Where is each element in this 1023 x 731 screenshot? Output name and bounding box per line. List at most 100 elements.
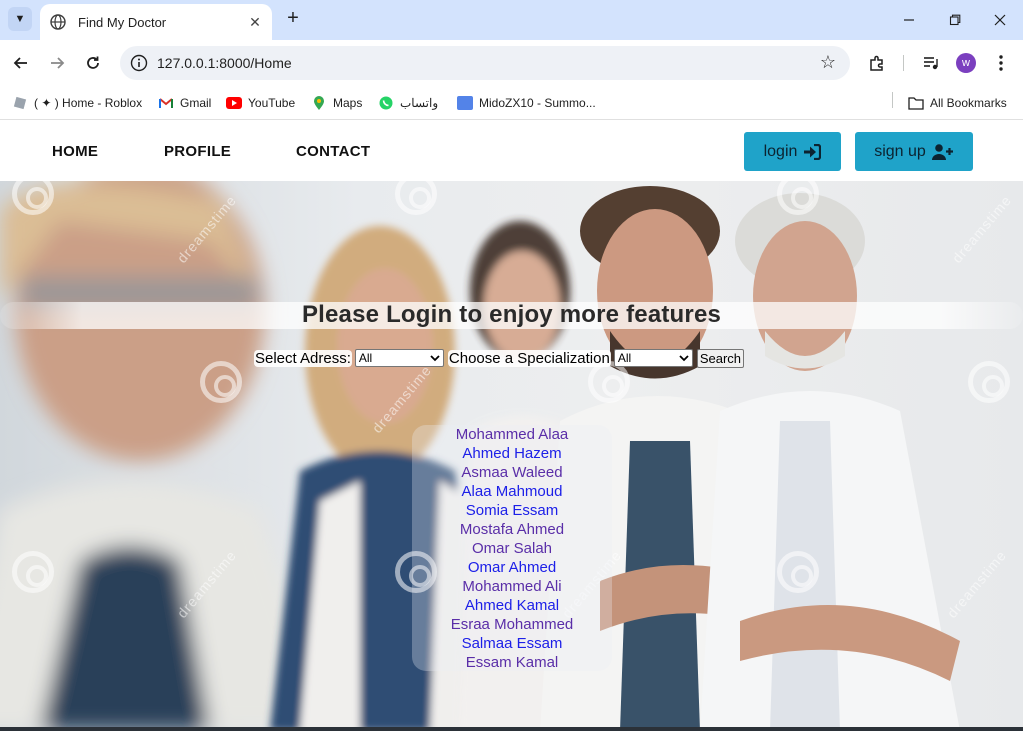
- reload-icon[interactable]: [80, 50, 106, 76]
- globe-icon: [50, 14, 66, 30]
- minimize-button[interactable]: [886, 6, 932, 34]
- url-text[interactable]: 127.0.0.1:8000/Home: [157, 55, 292, 71]
- doctor-link[interactable]: Mostafa Ahmed: [460, 521, 564, 538]
- doctor-link[interactable]: Ahmed Kamal: [465, 597, 559, 614]
- more-menu-icon[interactable]: [990, 52, 1012, 74]
- doctor-list-item: Essam Kamal: [412, 653, 612, 672]
- active-tab[interactable]: Find My Doctor ✕: [40, 4, 272, 40]
- bookmark-roblox[interactable]: ( ✦ ) Home - Roblox: [12, 93, 142, 113]
- chevron-down-icon: ▼: [14, 13, 26, 25]
- address-bar[interactable]: 127.0.0.1:8000/Home ☆: [120, 46, 850, 80]
- bookmark-whatsapp[interactable]: واتساب: [378, 93, 438, 113]
- login-banner-title: Please Login to enjoy more features: [301, 301, 722, 328]
- watermark-logo: [777, 551, 819, 593]
- doctor-link[interactable]: Ahmed Hazem: [462, 445, 561, 462]
- doctor-list-item: Somia Essam: [412, 501, 612, 520]
- watermark-logo: [968, 361, 1010, 403]
- browser-tab-bar: ▼ Find My Doctor ✕ +: [0, 0, 1023, 40]
- nav-home-link[interactable]: HOME: [52, 143, 98, 160]
- back-arrow-icon[interactable]: [8, 50, 34, 76]
- doctor-list-item: Mostafa Ahmed: [412, 520, 612, 539]
- site-info-icon[interactable]: [130, 54, 148, 72]
- toolbar-divider: [903, 55, 904, 71]
- bookmark-label: MidoZX10 - Summo...: [479, 96, 596, 110]
- doctor-link[interactable]: Esraa Mohammed: [451, 616, 574, 633]
- specialization-select[interactable]: All: [613, 349, 693, 367]
- doctor-list-item: Omar Salah: [412, 539, 612, 558]
- doctor-link[interactable]: Salmaa Essam: [462, 635, 563, 652]
- tab-title: Find My Doctor: [78, 14, 167, 30]
- bookmark-gmail[interactable]: Gmail: [158, 93, 211, 113]
- doctor-list-item: Mohammed Ali: [412, 577, 612, 596]
- extensions-icon[interactable]: [866, 52, 888, 74]
- bookmark-label: ( ✦ ) Home - Roblox: [34, 96, 143, 110]
- site-navbar: HOME PROFILE CONTACT login sign up: [0, 121, 1023, 181]
- doctor-list-item: Ahmed Kamal: [412, 596, 612, 615]
- restore-button[interactable]: [932, 6, 978, 34]
- close-window-button[interactable]: [977, 6, 1023, 34]
- close-tab-icon[interactable]: ✕: [246, 13, 264, 31]
- chevron-down-icon: [679, 351, 689, 365]
- doctor-list-item: Asmaa Waleed: [412, 463, 612, 482]
- doctor-link[interactable]: Alaa Mahmoud: [462, 483, 563, 500]
- address-select[interactable]: All: [354, 349, 444, 367]
- user-plus-icon: [931, 143, 953, 160]
- opgg-icon: [457, 95, 473, 111]
- chevron-down-icon: [430, 351, 440, 365]
- doctor-list-item: Ahmed Hazem: [412, 444, 612, 463]
- nav-profile-link[interactable]: PROFILE: [164, 143, 231, 160]
- new-tab-button[interactable]: +: [282, 8, 304, 30]
- doctor-link[interactable]: Essam Kamal: [466, 654, 559, 671]
- nav-contact-link[interactable]: CONTACT: [296, 143, 370, 160]
- all-bookmarks-label: All Bookmarks: [930, 96, 1007, 110]
- doctor-list-item: Esraa Mohammed: [412, 615, 612, 634]
- doctor-link[interactable]: Mohammed Alaa: [456, 426, 569, 443]
- bookmarks-divider: [892, 92, 893, 108]
- sign-in-icon: [804, 143, 822, 160]
- bookmark-youtube[interactable]: YouTube: [226, 93, 295, 113]
- bookmark-star-icon[interactable]: ☆: [820, 52, 836, 73]
- bookmarks-bar: ( ✦ ) Home - Roblox Gmail YouTube Maps و…: [0, 86, 1023, 120]
- bookmark-label: YouTube: [248, 96, 296, 110]
- signup-label: sign up: [874, 142, 926, 160]
- bookmark-label: واتساب: [400, 96, 439, 110]
- watermark-logo: [12, 551, 54, 593]
- browser-toolbar: 127.0.0.1:8000/Home ☆ w: [0, 40, 1023, 86]
- whatsapp-icon: [378, 95, 394, 111]
- doctor-link[interactable]: Asmaa Waleed: [461, 464, 562, 481]
- bookmark-opgg[interactable]: MidoZX10 - Summo...: [457, 93, 596, 113]
- signup-button[interactable]: sign up: [855, 132, 973, 171]
- search-button[interactable]: Search: [696, 348, 745, 368]
- doctor-link[interactable]: Somia Essam: [466, 502, 559, 519]
- doctor-link[interactable]: Omar Salah: [472, 540, 552, 557]
- tab-search-button[interactable]: ▼: [8, 7, 32, 31]
- roblox-icon: [12, 95, 28, 111]
- page-bottom-edge: [0, 727, 1023, 731]
- all-bookmarks-button[interactable]: All Bookmarks: [908, 93, 1007, 113]
- login-button[interactable]: login: [744, 132, 841, 171]
- doctor-link[interactable]: Mohammed Ali: [462, 578, 561, 595]
- youtube-icon: [226, 95, 242, 111]
- watermark-logo: [200, 361, 242, 403]
- doctor-list-item: Alaa Mahmoud: [412, 482, 612, 501]
- doctor-list-item: Mohammed Alaa: [412, 425, 612, 444]
- doctor-list: Mohammed Alaa Ahmed Hazem Asmaa Waleed Alaa…: [412, 425, 612, 672]
- specialization-selected-value: All: [617, 351, 632, 365]
- folder-icon: [908, 95, 924, 111]
- address-selected-value: All: [358, 351, 373, 365]
- search-filter-form: Select Adress: All Choose a Specializati…: [254, 347, 745, 369]
- forward-arrow-icon[interactable]: [44, 50, 70, 76]
- maps-icon: [311, 95, 327, 111]
- doctor-list-item: Salmaa Essam: [412, 634, 612, 653]
- bookmark-maps[interactable]: Maps: [311, 93, 362, 113]
- specialization-label: Choose a Specialization: [447, 349, 611, 367]
- bookmark-label: Maps: [333, 96, 363, 110]
- doctor-link[interactable]: Omar Ahmed: [468, 559, 556, 576]
- profile-avatar[interactable]: w: [956, 53, 976, 73]
- address-label: Select Adress:: [254, 349, 352, 367]
- gmail-icon: [158, 95, 174, 111]
- doctor-list-item: Omar Ahmed: [412, 558, 612, 577]
- bookmark-label: Gmail: [180, 96, 212, 110]
- hero-section: dreamstime dreamstime dreamstime dreamst…: [0, 181, 1023, 731]
- media-queue-icon[interactable]: [920, 52, 942, 74]
